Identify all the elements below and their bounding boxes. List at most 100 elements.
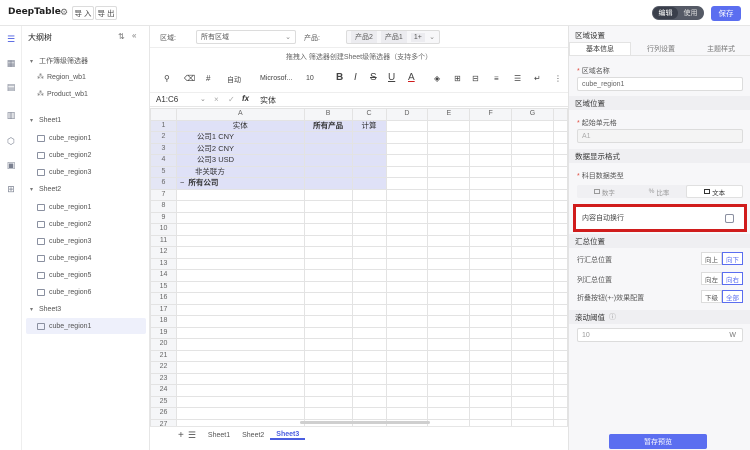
cell[interactable] <box>351 211 387 224</box>
export-button[interactable]: 导 出 <box>95 6 117 20</box>
cell[interactable] <box>511 131 554 144</box>
cell[interactable] <box>303 142 353 155</box>
cell[interactable] <box>351 188 387 201</box>
cell[interactable] <box>511 177 554 190</box>
cell[interactable] <box>427 188 471 201</box>
spreadsheet-grid[interactable]: A B C D E F G 1 实体 所有产品 计算 2 公司1 CNY 3 公司2 CNY 4 公司3 USD… <box>150 108 568 426</box>
row-header[interactable]: 7 <box>150 188 177 201</box>
cell[interactable] <box>351 315 387 328</box>
column-header[interactable]: G <box>511 108 554 121</box>
format-painter-icon[interactable]: ⚲ <box>164 74 170 83</box>
cell[interactable] <box>427 165 471 178</box>
cell[interactable] <box>303 292 353 305</box>
cell[interactable] <box>175 315 305 328</box>
tree-item[interactable]: cube_region1 <box>22 199 148 215</box>
cell[interactable] <box>351 395 387 408</box>
fill-color-icon[interactable]: ◈ <box>434 74 440 83</box>
cell[interactable] <box>351 177 387 190</box>
cell[interactable] <box>552 223 568 236</box>
save-button[interactable]: 保存 <box>711 6 741 21</box>
cell[interactable] <box>385 292 429 305</box>
grid-corner[interactable] <box>150 108 177 121</box>
row-header[interactable]: 18 <box>150 315 177 328</box>
cell[interactable] <box>469 223 513 236</box>
cell[interactable] <box>511 280 554 293</box>
cell[interactable] <box>175 395 305 408</box>
row-header[interactable]: 11 <box>150 234 177 247</box>
row-header[interactable]: 4 <box>150 154 177 167</box>
cell[interactable] <box>175 338 305 351</box>
cube-icon[interactable]: ⬡ <box>5 136 17 147</box>
cell[interactable] <box>303 280 353 293</box>
cell[interactable] <box>469 326 513 339</box>
tree-item[interactable]: ⁂ Region_wb1 <box>22 69 148 85</box>
cell[interactable] <box>469 200 513 213</box>
sheet-tab-active[interactable]: Sheet3 <box>270 431 306 440</box>
cell[interactable]: 公司3 USD <box>175 154 305 167</box>
cell[interactable] <box>469 280 513 293</box>
row-header[interactable]: 15 <box>150 280 177 293</box>
cell[interactable] <box>175 407 305 420</box>
cell[interactable] <box>427 223 471 236</box>
cell[interactable] <box>175 372 305 385</box>
cell[interactable] <box>385 395 429 408</box>
cell[interactable] <box>385 315 429 328</box>
row-summary-down[interactable]: 向下 <box>722 252 743 265</box>
tree-item[interactable]: cube_region2 <box>22 147 148 163</box>
tab-row-col[interactable]: 行列设置 <box>631 42 691 55</box>
strikethrough-icon[interactable]: S <box>370 72 377 83</box>
cell[interactable] <box>511 338 554 351</box>
cell[interactable] <box>351 338 387 351</box>
cell[interactable] <box>175 188 305 201</box>
row-header[interactable]: 9 <box>150 211 177 224</box>
cell[interactable] <box>469 257 513 270</box>
cell[interactable] <box>385 257 429 270</box>
row-header[interactable]: 10 <box>150 223 177 236</box>
cell[interactable] <box>303 154 353 167</box>
row-header[interactable]: 3 <box>150 142 177 155</box>
cell[interactable] <box>552 326 568 339</box>
cell[interactable] <box>175 234 305 247</box>
cell[interactable] <box>427 142 471 155</box>
cell[interactable] <box>469 119 513 132</box>
cell[interactable] <box>552 395 568 408</box>
number-format-icon[interactable]: # <box>206 74 210 83</box>
cell[interactable] <box>469 177 513 190</box>
cell[interactable] <box>469 303 513 316</box>
cell[interactable] <box>175 384 305 397</box>
cell[interactable] <box>303 131 353 144</box>
wrap-text-icon[interactable]: ↵ <box>534 74 541 83</box>
cell[interactable] <box>427 154 471 167</box>
add-sheet-icon[interactable]: + <box>178 430 184 441</box>
align-center-icon[interactable]: ☰ <box>514 74 521 83</box>
cell[interactable] <box>469 418 513 426</box>
type-option-number[interactable]: 数字 <box>577 185 632 198</box>
mode-toggle[interactable]: 编辑 使用 <box>652 6 704 20</box>
cell[interactable] <box>175 200 305 213</box>
row-header[interactable]: 26 <box>150 407 177 420</box>
row-header[interactable]: 6 <box>150 177 177 190</box>
cell[interactable] <box>511 361 554 374</box>
cell[interactable] <box>351 384 387 397</box>
row-header[interactable]: 20 <box>150 338 177 351</box>
cell[interactable] <box>175 326 305 339</box>
tree-item[interactable]: ⁂ Product_wb1 <box>22 86 148 102</box>
cell[interactable] <box>351 142 387 155</box>
cell[interactable] <box>469 246 513 259</box>
cell[interactable] <box>552 338 568 351</box>
cell[interactable] <box>351 234 387 247</box>
cell[interactable] <box>351 361 387 374</box>
cell[interactable] <box>385 200 429 213</box>
collapse-all-icon[interactable]: ⇅ <box>118 32 125 41</box>
underline-icon[interactable]: U <box>388 72 395 83</box>
col-summary-right[interactable]: 向右 <box>722 272 743 285</box>
row-header[interactable]: 19 <box>150 326 177 339</box>
row-header[interactable]: 2 <box>150 131 177 144</box>
sheet-tab[interactable]: Sheet2 <box>236 432 270 439</box>
cell[interactable] <box>303 269 353 282</box>
cell[interactable] <box>511 303 554 316</box>
region-name-input[interactable]: cube_region1 <box>577 77 743 91</box>
cell[interactable] <box>385 269 429 282</box>
region-select[interactable]: 所有区域 ⌄ <box>196 30 296 44</box>
cell[interactable] <box>303 326 353 339</box>
